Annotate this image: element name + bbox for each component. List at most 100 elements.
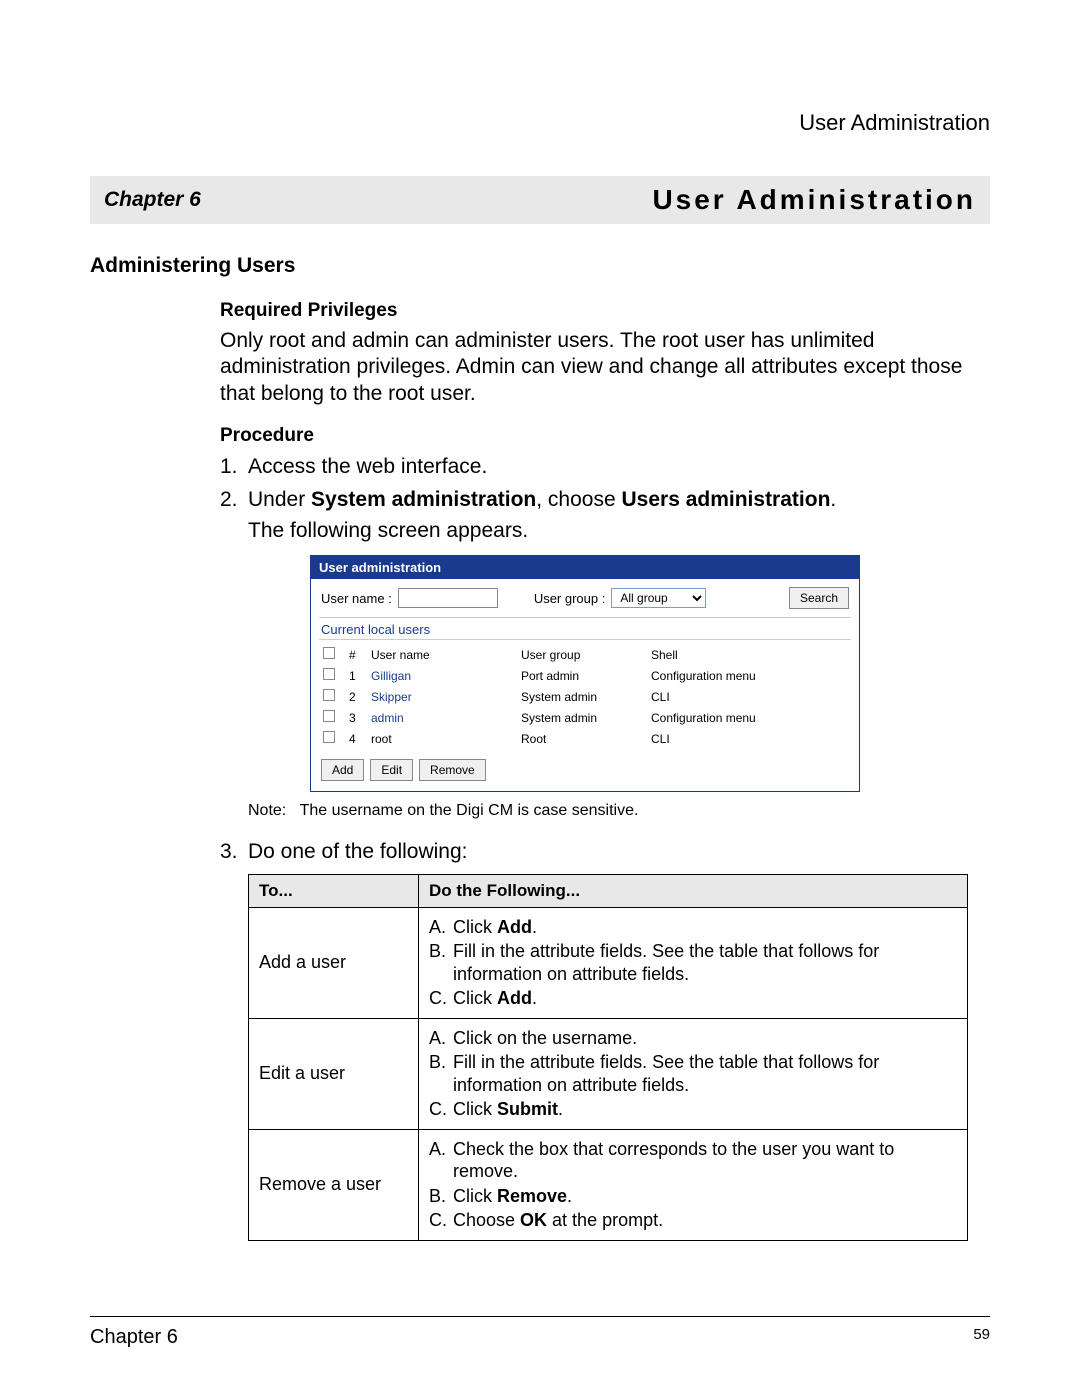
add-button[interactable]: Add — [321, 759, 364, 781]
privileges-subhead: Required Privileges — [220, 300, 990, 322]
step-num: 1. — [220, 453, 248, 480]
step-mid: , choose — [536, 488, 621, 511]
item-post: . — [532, 917, 537, 937]
item-bold: Add — [497, 917, 532, 937]
action-do: A.Click Add. B.Fill in the attribute fie… — [419, 907, 968, 1018]
username-link[interactable]: Gilligan — [371, 669, 411, 683]
action-row: Edit a user A.Click on the username. B.F… — [249, 1018, 968, 1129]
item-letter: B. — [429, 1051, 453, 1074]
username-text: root — [371, 732, 392, 746]
ss-search-row: User name : User group : All group Searc… — [311, 579, 859, 617]
action-do: A.Check the box that corresponds to the … — [419, 1129, 968, 1240]
usergroup-label: User group : — [534, 591, 606, 606]
ss-button-row: Add Edit Remove — [311, 753, 859, 791]
item-bold: Add — [497, 988, 532, 1008]
row-group: Port admin — [517, 665, 647, 686]
action-table: To... Do the Following... Add a user A.C… — [248, 874, 968, 1241]
row-group: System admin — [517, 707, 647, 728]
username-link[interactable]: Skipper — [371, 690, 412, 704]
action-to: Add a user — [249, 907, 419, 1018]
col-to: To... — [249, 874, 419, 907]
row-num: 2 — [345, 686, 367, 707]
row-checkbox[interactable] — [323, 689, 335, 701]
step-suffix: . — [830, 488, 836, 511]
item-pre: Choose — [453, 1210, 520, 1230]
page-number: 59 — [973, 1326, 990, 1349]
search-button[interactable]: Search — [789, 587, 849, 609]
item-letter: C. — [429, 1209, 453, 1232]
item-pre: Click on the username. — [453, 1028, 637, 1048]
item-letter: A. — [429, 1138, 453, 1161]
chapter-bar: Chapter 6 User Administration — [90, 176, 990, 224]
page-footer: Chapter 6 59 — [90, 1326, 990, 1349]
item-post: . — [532, 988, 537, 1008]
row-num: 1 — [345, 665, 367, 686]
step-text: Do one of the following: — [248, 840, 467, 863]
username-input[interactable] — [398, 588, 498, 608]
item-letter: A. — [429, 1027, 453, 1050]
footer-rule — [90, 1316, 990, 1317]
table-row: 4 root Root CLI — [319, 728, 851, 749]
step-2: 2.Under System administration, choose Us… — [220, 486, 990, 513]
step-num: 3. — [220, 838, 248, 865]
step-bold1: System administration — [311, 488, 536, 511]
users-table: # User name User group Shell 1 Gilligan … — [319, 644, 851, 749]
chapter-label: Chapter 6 — [104, 188, 201, 212]
username-label: User name : — [321, 591, 392, 606]
item-letter: B. — [429, 940, 453, 963]
item-pre: Fill in the attribute fields. See the ta… — [453, 941, 879, 984]
row-checkbox[interactable] — [323, 731, 335, 743]
user-admin-screenshot: User administration User name : User gro… — [310, 555, 860, 792]
action-header-row: To... Do the Following... — [249, 874, 968, 907]
item-post: . — [567, 1186, 572, 1206]
step-2-after: The following screen appears. — [248, 519, 990, 543]
ss-title: User administration — [311, 556, 859, 579]
table-header-row: # User name User group Shell — [319, 644, 851, 665]
step-1: 1.Access the web interface. — [220, 453, 990, 480]
step-num: 2. — [220, 486, 248, 513]
row-checkbox[interactable] — [323, 710, 335, 722]
action-row: Add a user A.Click Add. B.Fill in the at… — [249, 907, 968, 1018]
edit-button[interactable]: Edit — [370, 759, 413, 781]
chapter-title: User Administration — [652, 184, 976, 216]
step-bold2: Users administration — [622, 488, 831, 511]
item-pre: Click — [453, 988, 497, 1008]
username-link[interactable]: admin — [371, 711, 404, 725]
item-pre: Click — [453, 917, 497, 937]
item-letter: C. — [429, 1098, 453, 1121]
col-do: Do the Following... — [419, 874, 968, 907]
footer-left: Chapter 6 — [90, 1326, 178, 1349]
privileges-text: Only root and admin can administer users… — [220, 328, 990, 407]
item-letter: B. — [429, 1185, 453, 1208]
item-letter: C. — [429, 987, 453, 1010]
row-shell: Configuration menu — [647, 665, 851, 686]
section-heading: Administering Users — [90, 254, 990, 278]
item-bold: OK — [520, 1210, 547, 1230]
note-text: The username on the Digi CM is case sens… — [300, 802, 639, 819]
select-all-checkbox[interactable] — [323, 647, 335, 659]
item-bold: Submit — [497, 1099, 558, 1119]
col-group: User group — [517, 644, 647, 665]
table-row: 3 admin System admin Configuration menu — [319, 707, 851, 728]
row-checkbox[interactable] — [323, 668, 335, 680]
table-row: 2 Skipper System admin CLI — [319, 686, 851, 707]
row-shell: CLI — [647, 686, 851, 707]
row-group: Root — [517, 728, 647, 749]
action-to: Edit a user — [249, 1018, 419, 1129]
step-text: Access the web interface. — [248, 455, 487, 478]
col-shell: Shell — [647, 644, 851, 665]
usergroup-select[interactable]: All group — [611, 588, 706, 608]
action-to: Remove a user — [249, 1129, 419, 1240]
action-row: Remove a user A.Check the box that corre… — [249, 1129, 968, 1240]
item-post: at the prompt. — [547, 1210, 663, 1230]
step-3: 3.Do one of the following: — [220, 838, 990, 865]
remove-button[interactable]: Remove — [419, 759, 486, 781]
step-prefix: Under — [248, 488, 311, 511]
item-pre: Click — [453, 1099, 497, 1119]
row-shell: Configuration menu — [647, 707, 851, 728]
table-row: 1 Gilligan Port admin Configuration menu — [319, 665, 851, 686]
item-pre: Fill in the attribute fields. See the ta… — [453, 1052, 879, 1095]
row-num: 3 — [345, 707, 367, 728]
item-letter: A. — [429, 916, 453, 939]
item-pre: Check the box that corresponds to the us… — [453, 1139, 894, 1182]
